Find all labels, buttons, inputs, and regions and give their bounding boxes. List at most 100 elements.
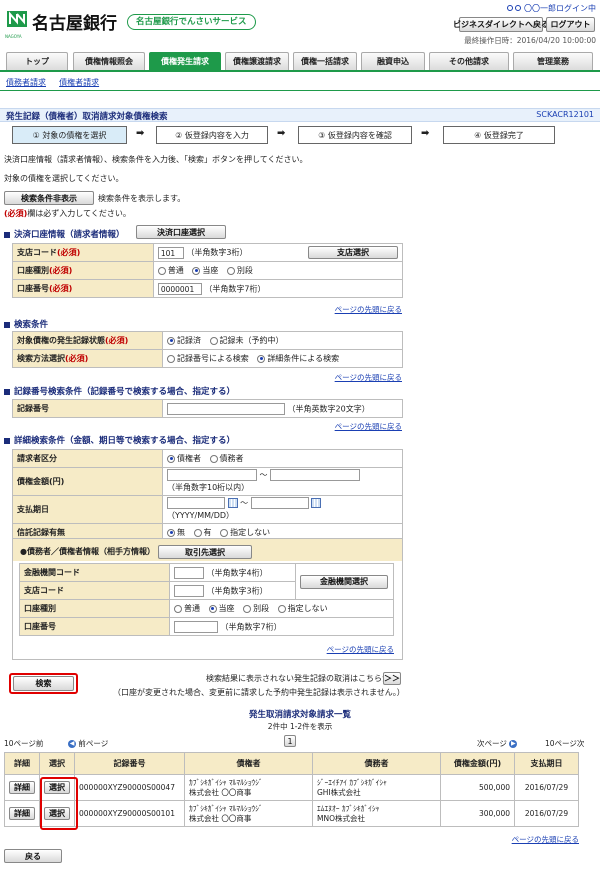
prev-10-pages[interactable]: 10ページ前 <box>4 738 43 749</box>
status-radio-reserved[interactable] <box>209 336 218 345</box>
subnav: 債務者請求 債権者請求 <box>6 77 99 88</box>
due-date-from-input[interactable] <box>167 497 225 510</box>
tab-credit-issuance[interactable]: 債権発生請求 <box>149 52 221 70</box>
step-arrow-1: ➡ <box>136 128 145 139</box>
last-operation-time: 最終操作日時：2016/04/20 10:00:00 <box>464 36 596 45</box>
account-type-radio-special[interactable] <box>226 266 235 275</box>
requester-type-label: 請求者区分 <box>12 449 163 468</box>
business-direct-back-button[interactable]: ビジネスダイレクトへ戻る <box>453 17 549 32</box>
status-radio-recorded[interactable] <box>167 336 175 345</box>
toggle-search-text: 検索条件を表示します。 <box>98 194 186 203</box>
requester-radio-debtor[interactable] <box>209 454 218 463</box>
amount-to-input[interactable] <box>270 469 361 482</box>
results-count: 2件中 1-2件を表示 <box>267 722 333 731</box>
amount-from-input[interactable] <box>167 469 257 482</box>
section-square-icon <box>4 388 10 395</box>
branch-code-input[interactable]: 101 <box>157 246 184 259</box>
detail-button[interactable]: 詳細 <box>9 781 35 794</box>
record-status-label: 対象債権の発生記録状態(必須) <box>12 331 163 350</box>
detail-section-title: 詳細検索条件（金額、期日等で検索する場合、指定する） <box>4 434 235 446</box>
tab-credit-transfer[interactable]: 債権譲渡請求 <box>225 52 289 70</box>
search-table: 対象債権の発生記録状態(必須) 記録済 記録未（予約中） 検索方法選択(必須) … <box>12 331 403 368</box>
party-type-radio-current[interactable] <box>208 604 217 613</box>
branch-code-cell: 101 （半角数字3桁） 支店選択 <box>152 243 404 262</box>
record-number-value: 000000XYZ90000S00047 <box>74 774 185 801</box>
record-number-section-title: 記録番号検索条件（記録番号で検索する場合、指定する） <box>4 385 235 397</box>
next-10-pages[interactable]: 10ページ次 <box>545 738 584 749</box>
to-top-link-5[interactable]: ページの先頭に戻る <box>512 834 579 845</box>
col-detail: 詳細 <box>4 752 40 775</box>
party-bank-code-input[interactable] <box>174 566 204 579</box>
detail-button[interactable]: 詳細 <box>9 807 35 820</box>
tab-management[interactable]: 管理業務 <box>513 52 593 70</box>
tab-other-requests[interactable]: その他請求 <box>429 52 509 70</box>
tab-top[interactable]: トップ <box>6 52 68 70</box>
tab-bar-line <box>0 70 600 72</box>
to-top-link-3[interactable]: ページの先頭に戻る <box>335 421 402 432</box>
subnav-creditor-request[interactable]: 債権者請求 <box>59 78 99 87</box>
to-top-link-1[interactable]: ページの先頭に戻る <box>335 304 402 315</box>
required-note: (必須)欄は必ず入力してください。 <box>4 209 131 218</box>
to-top-link-4[interactable]: ページの先頭に戻る <box>327 644 394 655</box>
branch-select-button[interactable]: 支店選択 <box>308 246 398 259</box>
to-top-link-2[interactable]: ページの先頭に戻る <box>335 372 402 383</box>
instruction-2: 対象の債権を選択してください。 <box>4 174 124 183</box>
subnav-debtor-request[interactable]: 債務者請求 <box>6 78 46 87</box>
party-type-radio-special[interactable] <box>243 604 252 613</box>
branch-code-label: 支店コード(必須) <box>12 243 154 262</box>
party-account-number-input[interactable] <box>174 620 218 633</box>
amount-value: 300,000 <box>440 800 515 827</box>
tab-credit-inquiry[interactable]: 債権情報照会 <box>73 52 145 70</box>
account-select-button[interactable]: 決済口座選択 <box>136 225 226 239</box>
party-branch-code-input[interactable] <box>174 584 204 597</box>
results-header-row: 詳細 選択 記録番号 債権者 債務者 債権金額(円) 支払期日 <box>4 752 579 775</box>
requester-radio-creditor[interactable] <box>167 454 175 463</box>
account-type-label: 口座種別(必須) <box>12 261 154 280</box>
party-type-radio-ordinary[interactable] <box>174 604 182 613</box>
toggle-search-conditions-button[interactable]: 検索条件非表示 <box>4 191 94 205</box>
step-arrow-3: ➡ <box>421 128 430 139</box>
bank-logo <box>6 10 28 34</box>
back-button[interactable]: 戻る <box>4 849 62 863</box>
trust-radio-none[interactable] <box>167 528 175 537</box>
trust-radio-yes[interactable] <box>193 528 202 537</box>
col-debtor: 債務者 <box>312 752 441 775</box>
record-number-label: 記録番号 <box>12 399 163 418</box>
counterparty-select-button[interactable]: 取引先選択 <box>158 545 252 559</box>
account-type-radio-ordinary[interactable] <box>157 266 166 275</box>
tab-bulk-request[interactable]: 債権一括請求 <box>293 52 357 70</box>
method-radio-record-number[interactable] <box>167 354 175 363</box>
due-date-to-input[interactable] <box>250 497 309 510</box>
circle-left-arrow-icon: ◀ <box>68 740 76 748</box>
screen-id: SCKACR12101 <box>536 110 594 119</box>
search-button[interactable]: 検索 <box>13 676 74 691</box>
bank-logo-icon <box>7 11 27 27</box>
step-3: ③ 仮登録内容を確認 <box>298 126 412 144</box>
method-radio-detail[interactable] <box>257 354 266 363</box>
account-number-input[interactable]: 0000001 <box>157 282 202 295</box>
user-login-status: 〇〇一郎ログイン中 <box>506 3 596 14</box>
account-type-cell: 普通 当座 別段 <box>152 261 404 280</box>
page-number-1[interactable]: 1 <box>284 735 296 747</box>
user-icon <box>506 5 513 11</box>
circle-right-arrow-icon: ▶ <box>509 740 518 748</box>
bank-select-button[interactable]: 金融機関選択 <box>300 574 388 589</box>
prev-page[interactable]: ◀ 前ページ <box>68 738 108 749</box>
section-square-icon <box>4 321 10 328</box>
debtor-value: ｼﾞｰｴｲﾁｱｲ ｶﾌﾞｼｷｶﾞｲｼｬ GHI株式会社 <box>312 774 441 801</box>
bank-select-cell: 金融機関選択 <box>295 563 394 600</box>
party-type-radio-unspecified[interactable] <box>277 604 286 613</box>
calendar-icon[interactable] <box>311 498 322 509</box>
table-row: 詳細 選択 000000XYZ90000S00101 ｶﾌﾞｼｷｶﾞｲｼｬ ﾏﾙ… <box>4 800 579 827</box>
uncancelled-records-button[interactable]: ＞＞ <box>383 672 401 685</box>
logout-button[interactable]: ログアウト <box>546 17 595 32</box>
record-number-input[interactable] <box>167 402 285 415</box>
next-page[interactable]: 次ページ ▶ <box>477 738 518 749</box>
account-type-radio-current[interactable] <box>192 266 201 275</box>
calendar-icon[interactable] <box>227 498 238 509</box>
tab-loan-application[interactable]: 融資申込 <box>361 52 425 70</box>
due-date-value: 2016/07/29 <box>514 800 579 827</box>
search-method-cell: 記録番号による検索 詳細条件による検索 <box>162 349 403 368</box>
results-table: 詳細 選択 記録番号 債権者 債務者 債権金額(円) 支払期日 詳細 選択 00… <box>4 752 579 827</box>
trust-radio-unspecified[interactable] <box>220 528 229 537</box>
